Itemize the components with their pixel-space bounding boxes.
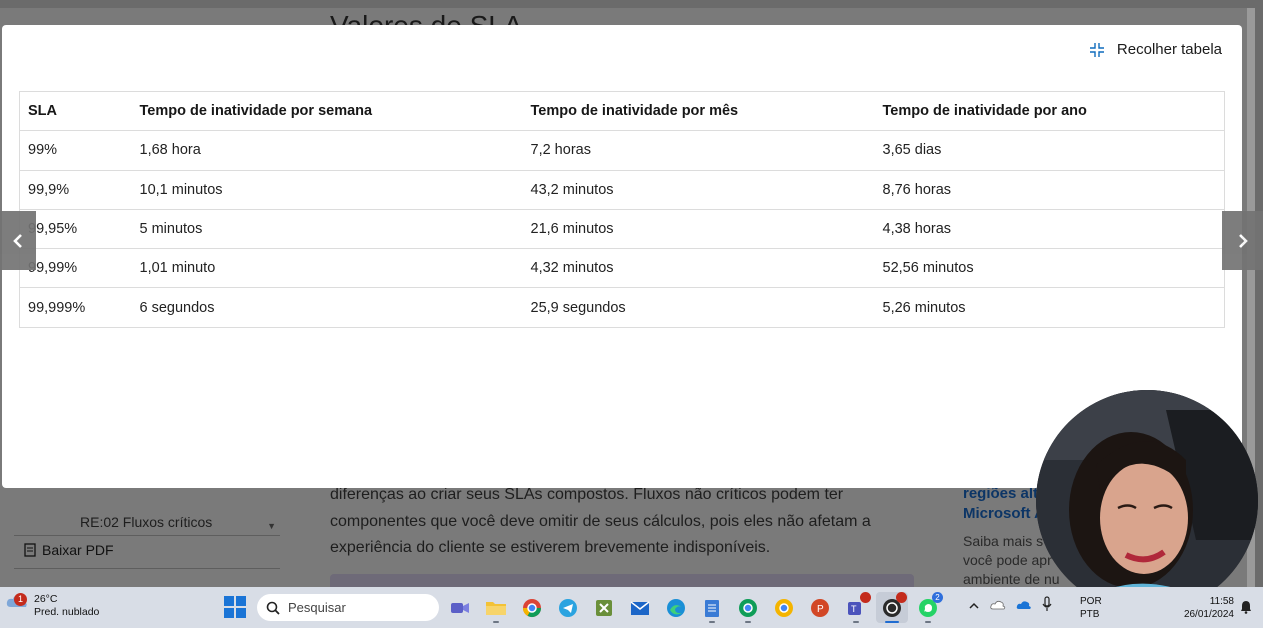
cell-sla: 99% — [19, 130, 132, 171]
cell-month: 4,32 minutos — [522, 248, 875, 289]
webcam-overlay — [1036, 390, 1258, 612]
cell-sla: 99,95% — [19, 208, 132, 250]
start-button[interactable] — [224, 596, 246, 623]
collapse-table-label: Recolher tabela — [1116, 41, 1222, 58]
cloud-icon[interactable] — [990, 598, 1006, 616]
cell-year: 5,26 minutos — [874, 287, 1225, 328]
chevron-right-icon — [1238, 233, 1248, 248]
clock-time: 11:58 — [1209, 596, 1234, 607]
table-modal: Recolher tabela SLA Tempo de inatividade… — [2, 25, 1242, 488]
cell-week: 1,01 minuto — [131, 248, 523, 289]
cell-sla: 99,999% — [19, 287, 132, 328]
table-row: 99,999% 6 segundos 25,9 segundos 5,26 mi… — [19, 287, 1225, 328]
collapse-table-button[interactable]: Recolher tabela — [1089, 41, 1222, 58]
onedrive-icon[interactable] — [1016, 598, 1032, 616]
search-icon — [266, 601, 280, 615]
next-arrow-button[interactable] — [1222, 211, 1263, 270]
cell-sla: 99,99% — [19, 248, 132, 289]
cell-year: 8,76 horas — [874, 169, 1225, 210]
language-indicator[interactable]: POR PTB — [1080, 595, 1102, 621]
taskbar-search[interactable]: Pesquisar — [257, 594, 439, 621]
lang-line2: PTB — [1080, 609, 1100, 620]
header-sla: SLA — [19, 90, 132, 132]
table-row: 99,99% 1,01 minuto 4,32 minutos 52,56 mi… — [19, 248, 1225, 289]
system-tray — [968, 596, 1052, 617]
header-year: Tempo de inatividade por ano — [874, 90, 1225, 132]
table-header-row: SLA Tempo de inatividade por semana Temp… — [19, 90, 1225, 132]
previous-arrow-button[interactable] — [0, 211, 36, 270]
chevron-up-icon[interactable] — [968, 598, 980, 616]
cell-month: 25,9 segundos — [522, 287, 875, 328]
chrome-icon[interactable] — [516, 592, 548, 623]
webcam-presenter-image — [1036, 390, 1258, 612]
pinned-apps: P T 2 — [444, 592, 944, 623]
cell-week: 10,1 minutos — [131, 169, 523, 210]
cell-month: 7,2 horas — [522, 130, 875, 171]
download-pdf-link[interactable]: Baixar PDF — [24, 542, 114, 558]
svg-text:T: T — [851, 604, 857, 614]
sla-table: SLA Tempo de inatividade por semana Temp… — [19, 90, 1225, 328]
lang-line1: POR — [1080, 596, 1102, 607]
cell-year: 52,56 minutos — [874, 248, 1225, 289]
cell-month: 21,6 minutos — [522, 208, 875, 250]
divider — [14, 568, 280, 569]
pdf-icon — [24, 543, 36, 557]
notification-bell-icon[interactable] — [1240, 600, 1252, 619]
body-line: componentes que você deve omitir de seus… — [330, 512, 871, 530]
cell-week: 6 segundos — [131, 287, 523, 328]
cell-month: 43,2 minutos — [522, 169, 875, 210]
clock[interactable]: 11:58 26/01/2024 — [1178, 595, 1234, 621]
chrome-profile-icon[interactable] — [768, 592, 800, 623]
cell-sla: 99,9% — [19, 169, 132, 210]
download-pdf-label: Baixar PDF — [42, 542, 114, 558]
sidebar-item-label: RE:02 Fluxos críticos — [80, 514, 213, 530]
weather-widget[interactable]: 1 26°C Pred. nublado — [6, 593, 99, 619]
sidebar: RE:02 Fluxos críticos ▼ Baixar PDF — [14, 488, 280, 587]
cell-year: 3,65 dias — [874, 130, 1225, 171]
header-week: Tempo de inatividade por semana — [131, 90, 523, 132]
chrome-profile-icon[interactable] — [732, 592, 764, 623]
weather-temp: 26°C — [34, 593, 58, 605]
powerpoint-icon[interactable]: P — [804, 592, 836, 623]
callout-box — [330, 574, 914, 587]
sidebar-item-fluxos-criticos[interactable]: RE:02 Fluxos críticos ▼ — [14, 508, 280, 536]
chevron-down-icon: ▼ — [267, 521, 276, 531]
whatsapp-icon[interactable]: 2 — [912, 592, 944, 623]
table-row: 99,9% 10,1 minutos 43,2 minutos 8,76 hor… — [19, 169, 1225, 210]
excel-icon[interactable] — [588, 592, 620, 623]
body-line: experiência do cliente se estiverem brev… — [330, 539, 771, 556]
cell-week: 5 minutos — [131, 208, 523, 250]
collapse-icon — [1089, 42, 1104, 57]
svg-text:P: P — [817, 604, 824, 615]
microphone-icon[interactable] — [1042, 596, 1052, 617]
weather-badge: 1 — [14, 593, 27, 606]
obs-icon[interactable] — [876, 592, 908, 623]
telegram-icon[interactable] — [552, 592, 584, 623]
cell-year: 4,38 horas — [874, 208, 1225, 250]
search-placeholder: Pesquisar — [288, 600, 346, 615]
table-row: 99,95% 5 minutos 21,6 minutos 4,38 horas — [19, 208, 1225, 250]
edge-icon[interactable] — [660, 592, 692, 623]
file-explorer-icon[interactable] — [480, 592, 512, 623]
notepad-icon[interactable] — [696, 592, 728, 623]
table-row: 99% 1,68 hora 7,2 horas 3,65 dias — [19, 130, 1225, 171]
windows-icon — [224, 596, 246, 618]
weather-desc: Pred. nublado — [34, 606, 100, 618]
mail-icon[interactable] — [624, 592, 656, 623]
related-text-line: ambiente de nu — [963, 571, 1060, 587]
clock-date: 26/01/2024 — [1183, 609, 1234, 620]
teams-meet-icon[interactable] — [444, 592, 476, 623]
article-body: diferenças ao criar seus SLAs compostos.… — [330, 482, 920, 562]
cell-week: 1,68 hora — [131, 130, 523, 171]
whatsapp-badge: 2 — [932, 592, 943, 603]
teams-icon[interactable]: T — [840, 592, 872, 623]
chevron-left-icon — [13, 233, 22, 248]
header-month: Tempo de inatividade por mês — [522, 90, 875, 132]
taskbar: 1 26°C Pred. nublado Pesquisar P T 2 POR… — [0, 587, 1263, 628]
